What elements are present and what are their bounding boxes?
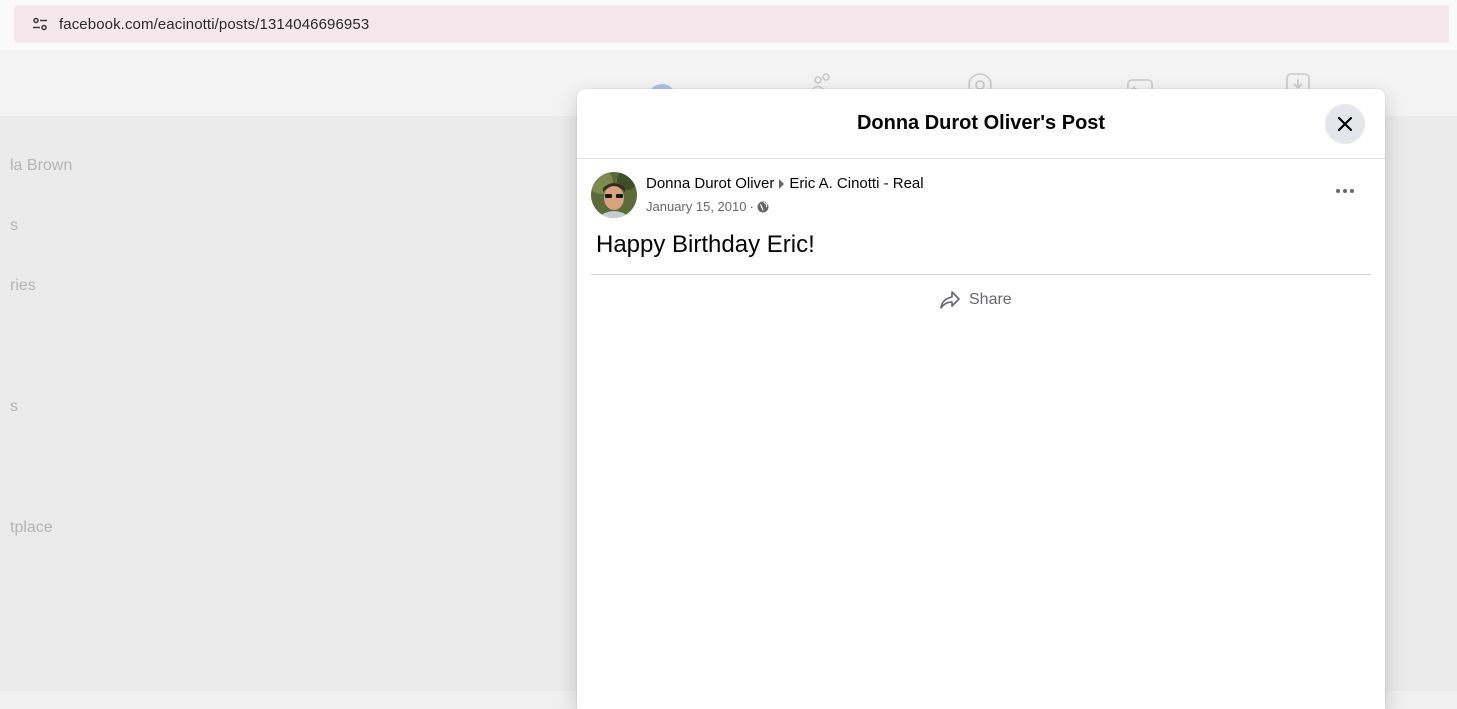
globe-icon[interactable]: [757, 201, 769, 213]
post-author-line: Donna Durot Oliver Eric A. Cinotti - Rea…: [646, 175, 924, 192]
target-name-link[interactable]: Eric A. Cinotti - Real: [789, 175, 923, 192]
sidebar-item-friends[interactable]: s: [10, 217, 18, 235]
close-icon: [1338, 117, 1352, 131]
more-dot-icon: [1336, 189, 1340, 193]
site-info-icon[interactable]: [31, 15, 49, 33]
browser-address-bar: facebook.com/eacinotti/posts/13140466969…: [0, 0, 1457, 50]
share-button[interactable]: Share: [939, 286, 1012, 314]
url-field[interactable]: facebook.com/eacinotti/posts/13140466969…: [14, 5, 1449, 43]
action-divider: [591, 274, 1371, 275]
avatar[interactable]: [591, 172, 637, 218]
modal-header: Donna Durot Oliver's Post: [577, 89, 1385, 159]
sidebar-item-memories[interactable]: ries: [10, 277, 36, 295]
sidebar-item-groups[interactable]: s: [10, 398, 18, 416]
more-dot-icon: [1350, 189, 1354, 193]
sidebar-item-marketplace[interactable]: tplace: [10, 519, 53, 537]
post-text: Happy Birthday Eric!: [596, 231, 815, 258]
meta-separator: ·: [749, 199, 754, 214]
post-meta: January 15, 2010 ·: [646, 199, 769, 214]
more-options-button[interactable]: [1333, 181, 1357, 201]
share-icon: [940, 291, 960, 309]
share-label: Share: [969, 291, 1012, 308]
post-modal: Donna Durot Oliver's Post Donna Durot Ol…: [577, 89, 1385, 709]
close-button[interactable]: [1325, 104, 1365, 144]
triangle-right-icon: [779, 178, 785, 189]
post-date-link[interactable]: January 15, 2010: [646, 199, 746, 214]
author-name-link[interactable]: Donna Durot Oliver: [646, 175, 774, 192]
modal-title: Donna Durot Oliver's Post: [856, 112, 1106, 134]
more-dot-icon: [1343, 189, 1347, 193]
sidebar-item-profile[interactable]: la Brown: [10, 157, 72, 175]
url-text: facebook.com/eacinotti/posts/13140466969…: [59, 15, 370, 33]
